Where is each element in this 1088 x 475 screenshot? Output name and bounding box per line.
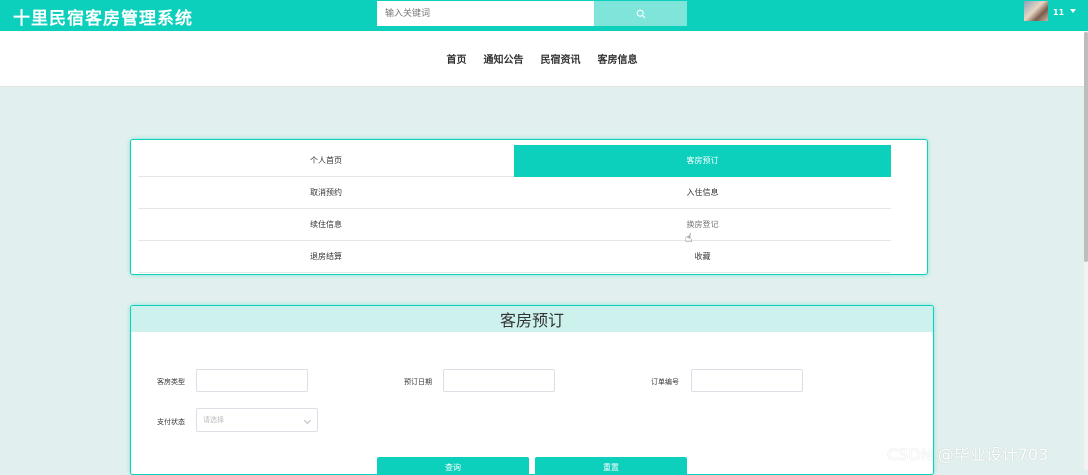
room-type-label: 客房类型 [157,378,185,386]
pay-status-select[interactable]: 请选择 [196,408,318,432]
nav-item-home[interactable]: 首页 [447,51,467,66]
top-bar: 十里民宿客房管理系统 11 [0,0,1088,31]
menu-item-favorites[interactable]: 收藏 [514,241,891,273]
booking-date-label: 预订日期 [404,378,432,386]
hand-pointer-icon: ☝ [685,231,693,245]
booking-form-panel: 客房预订 客房类型 预订日期 订单编号 支付状态 请选择 查询 重置 [130,305,934,475]
watermark: CSDN @毕业设计703 [887,445,1049,464]
user-center-menu: 个人首页 客房预订 取消预约 入住信息 续住信息 换房登记 退房结算 收藏 [130,139,928,275]
nav-item-news[interactable]: 民宿资讯 [541,51,581,66]
menu-item-profile-home[interactable]: 个人首页 [138,145,514,177]
nav-item-rooms[interactable]: 客房信息 [598,51,638,66]
search-icon [636,9,645,18]
nav-item-notices[interactable]: 通知公告 [484,51,524,66]
chevron-down-icon [303,416,312,425]
form-title: 客房预订 [131,306,933,332]
scrollbar-thumb[interactable] [1084,32,1088,262]
pay-status-placeholder: 请选择 [203,416,224,424]
avatar[interactable] [1024,1,1048,21]
room-type-input[interactable] [196,369,308,392]
order-no-input[interactable] [691,369,803,392]
search-button[interactable] [594,1,687,26]
chevron-down-icon[interactable] [1070,9,1076,13]
username[interactable]: 11 [1053,8,1064,17]
search-input[interactable] [377,1,594,26]
query-button[interactable]: 查询 [377,457,529,474]
booking-date-input[interactable] [443,369,555,392]
menu-item-room-change[interactable]: 换房登记 [514,209,891,241]
order-no-label: 订单编号 [651,378,679,386]
pay-status-label: 支付状态 [157,418,185,426]
menu-item-checkout[interactable]: 退房结算 [138,241,514,273]
menu-item-cancel-booking[interactable]: 取消预约 [138,177,514,209]
site-title: 十里民宿客房管理系统 [13,9,193,29]
menu-item-checkin-info[interactable]: 入住信息 [514,177,891,209]
main-nav: 首页 通知公告 民宿资讯 客房信息 [0,31,1084,87]
menu-item-room-booking[interactable]: 客房预订 [514,145,891,177]
reset-button[interactable]: 重置 [535,457,687,474]
menu-item-extend-stay[interactable]: 续住信息 [138,209,514,241]
